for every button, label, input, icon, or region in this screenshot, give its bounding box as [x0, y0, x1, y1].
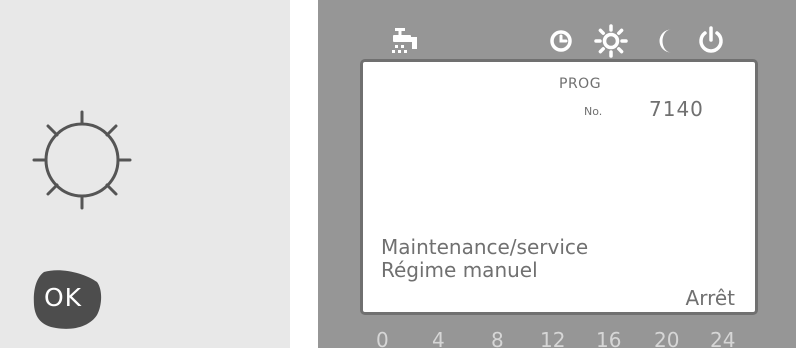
- time-scale-tick: 8: [491, 328, 504, 348]
- lcd-screen: PROG No. 7140 Maintenance/service Régime…: [360, 59, 758, 315]
- sun-icon: [594, 24, 628, 58]
- setting-value: Arrêt: [685, 286, 735, 310]
- time-scale-tick: 12: [540, 328, 566, 348]
- time-scale-tick: 16: [596, 328, 622, 348]
- tap-icon: [392, 28, 417, 53]
- time-scale-tick: 4: [432, 328, 445, 348]
- device-display-panel: PROG No. 7140 Maintenance/service Régime…: [318, 0, 796, 348]
- clock-icon: [550, 30, 572, 52]
- program-number-value: 7140: [649, 97, 704, 121]
- program-number-label: No.: [584, 105, 603, 118]
- control-panel: OK: [0, 0, 290, 348]
- menu-line-maintenance: Maintenance/service: [381, 235, 589, 259]
- ok-button[interactable]: [30, 268, 102, 330]
- power-icon: [699, 26, 723, 53]
- time-scale-tick: 24: [710, 328, 736, 348]
- time-scale-tick: 0: [376, 328, 389, 348]
- menu-line-manual-mode: Régime manuel: [381, 258, 538, 282]
- rotary-dial-icon[interactable]: [28, 106, 136, 214]
- prog-title: PROG: [559, 76, 602, 92]
- moon-icon: [659, 29, 671, 53]
- time-scale-tick: 20: [654, 328, 680, 348]
